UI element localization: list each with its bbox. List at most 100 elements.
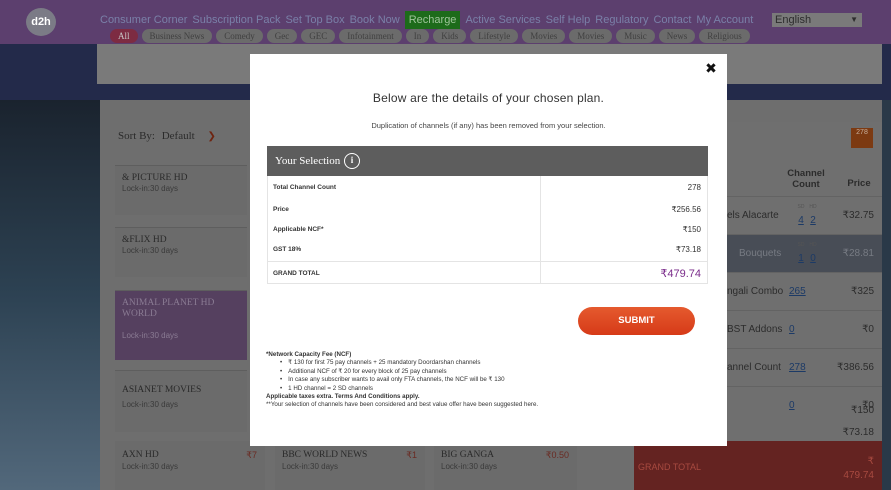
grand-total-value: ₹479.74 bbox=[843, 456, 874, 481]
plan-price: ₹0.50 bbox=[545, 450, 569, 460]
channel-count-link[interactable]: 0 bbox=[789, 400, 795, 411]
summary-row-label: els Alacarte bbox=[727, 210, 779, 221]
category-chip[interactable]: Comedy bbox=[216, 29, 263, 43]
table-row: Total Channel Count 278 bbox=[268, 176, 707, 198]
nav-set-top-box[interactable]: Set Top Box bbox=[285, 14, 344, 29]
summary-row-price: ₹32.75 bbox=[842, 210, 874, 221]
category-chip[interactable]: News bbox=[658, 29, 696, 43]
category-chip[interactable]: Movies bbox=[522, 29, 566, 43]
language-select[interactable]: English ▼ bbox=[772, 13, 862, 27]
sd-hd-counts: SD HD 42 bbox=[795, 204, 819, 226]
nav-consumer-corner[interactable]: Consumer Corner bbox=[100, 14, 187, 29]
plan-lockin: Lock-in:30 days bbox=[441, 462, 498, 471]
category-chip[interactable]: All bbox=[110, 29, 138, 43]
your-selection-header: Your Selection i bbox=[267, 146, 708, 176]
row-label: GST 18% bbox=[273, 246, 302, 253]
channel-count-link[interactable]: 0 bbox=[789, 324, 795, 335]
sd-label: SD bbox=[797, 204, 805, 210]
chevron-down-icon: ❯ bbox=[207, 131, 216, 142]
plan-card[interactable]: AXN HD Lock-in:30 days ₹7 bbox=[115, 441, 265, 490]
plan-card-selected[interactable]: ANIMAL PLANET HD WORLD Lock-in:30 days bbox=[115, 290, 247, 360]
plan-lockin: Lock-in:30 days bbox=[282, 462, 339, 471]
sd-count-link[interactable]: 1 bbox=[795, 253, 807, 264]
nav-book-now[interactable]: Book Now bbox=[350, 14, 400, 29]
category-filter-bar: All Business News Comedy Gec GEC Infotai… bbox=[110, 29, 750, 43]
cart-count: 278 bbox=[856, 129, 868, 136]
nav-recharge[interactable]: Recharge bbox=[404, 11, 461, 29]
plan-lockin: Lock-in:30 days bbox=[122, 184, 179, 193]
row-value: ₹73.18 bbox=[675, 245, 701, 254]
table-row: Price ₹256.56 bbox=[268, 198, 707, 219]
sd-count-link[interactable]: 4 bbox=[795, 215, 807, 226]
plan-name: & PICTURE HD bbox=[122, 173, 188, 183]
nav-subscription-pack[interactable]: Subscription Pack bbox=[192, 14, 280, 29]
plan-name: ASIANET MOVIES bbox=[122, 385, 202, 395]
hd-count-link[interactable]: 2 bbox=[807, 215, 819, 226]
sort-control[interactable]: Sort By: Default ❯ bbox=[118, 130, 216, 142]
suggestion-note: **Your selection of channels have been c… bbox=[266, 401, 539, 409]
category-chip[interactable]: Gec bbox=[266, 29, 298, 43]
list-item: ₹ 130 for first 75 pay channels + 25 man… bbox=[280, 359, 706, 367]
plan-lockin: Lock-in:30 days bbox=[122, 331, 179, 340]
plan-name: BIG GANGA bbox=[441, 450, 495, 460]
language-value: English bbox=[775, 14, 812, 26]
category-chip[interactable]: Business News bbox=[141, 29, 213, 43]
chevron-down-icon: ▼ bbox=[850, 15, 858, 24]
nav-contact[interactable]: Contact bbox=[653, 14, 691, 29]
plan-card[interactable]: BIG GANGA Lock-in:30 days ₹0.50 bbox=[434, 441, 577, 490]
plan-card[interactable]: ASIANET MOVIES Lock-in:30 days bbox=[115, 370, 247, 432]
plan-card[interactable]: &FLIX HD Lock-in:30 days bbox=[115, 227, 247, 277]
nav-my-account[interactable]: My Account bbox=[696, 14, 753, 29]
info-icon[interactable]: i bbox=[344, 153, 360, 169]
hd-label: HD bbox=[809, 242, 817, 248]
category-chip[interactable]: Religious bbox=[699, 29, 750, 43]
category-chip[interactable]: Movies bbox=[569, 29, 613, 43]
modal-subtitle: Duplication of channels (if any) has bee… bbox=[371, 121, 606, 130]
plan-lockin: Lock-in:30 days bbox=[122, 246, 179, 255]
taxes-note: Applicable taxes extra. Terms And Condit… bbox=[266, 393, 420, 401]
channel-count-header: Channel Count bbox=[787, 168, 825, 190]
row-value: ₹256.56 bbox=[671, 205, 701, 214]
summary-row-label: BST Addons bbox=[727, 324, 783, 335]
category-chip[interactable]: GEC bbox=[301, 29, 336, 43]
submit-button[interactable]: SUBMIT bbox=[578, 307, 695, 335]
plan-name: ANIMAL PLANET HD WORLD bbox=[122, 298, 215, 319]
category-chip[interactable]: Infotainment bbox=[339, 29, 402, 43]
cart-icon[interactable]: 278 bbox=[851, 128, 873, 148]
hd-count-link[interactable]: 0 bbox=[807, 253, 819, 264]
grand-total-row: GRAND TOTAL ₹479.74 bbox=[268, 261, 707, 283]
grand-total-label: GRAND TOTAL bbox=[638, 462, 702, 472]
nav-regulatory[interactable]: Regulatory bbox=[595, 14, 648, 29]
category-chip[interactable]: Music bbox=[616, 29, 655, 43]
row-value: ₹150 bbox=[682, 225, 701, 234]
summary-row-price: ₹325 bbox=[850, 286, 874, 297]
plan-price: ₹7 bbox=[246, 450, 257, 460]
list-item: Additional NCF of ₹ 20 for every block o… bbox=[280, 368, 706, 376]
nav-self-help[interactable]: Self Help bbox=[546, 14, 591, 29]
nav-active-services[interactable]: Active Services bbox=[465, 14, 540, 29]
close-icon[interactable]: ✖ bbox=[704, 62, 718, 76]
ncf-list: ₹ 130 for first 75 pay channels + 25 man… bbox=[266, 359, 706, 393]
city-backdrop-right bbox=[882, 100, 891, 490]
price-header: Price bbox=[847, 178, 871, 189]
plan-card[interactable]: BBC WORLD NEWS Lock-in:30 days ₹1 bbox=[275, 441, 425, 490]
sd-label: SD bbox=[797, 242, 805, 248]
summary-row: ngali Combo 265 ₹325 bbox=[727, 272, 882, 310]
channel-count-link[interactable]: 278 bbox=[789, 362, 806, 373]
category-chip[interactable]: In bbox=[405, 29, 430, 43]
grand-total-label: GRAND TOTAL bbox=[273, 270, 320, 277]
plan-card[interactable]: & PICTURE HD Lock-in:30 days bbox=[115, 165, 247, 215]
plan-name: &FLIX HD bbox=[122, 235, 167, 245]
selection-table: Total Channel Count 278 Price ₹256.56 Ap… bbox=[267, 176, 708, 284]
summary-row-price: ₹386.56 bbox=[837, 362, 874, 373]
category-chip[interactable]: Kids bbox=[433, 29, 467, 43]
summary-row-price: ₹0 bbox=[862, 324, 874, 335]
summary-row-label: Bouquets bbox=[739, 248, 782, 259]
summary-row: els Alacarte SD HD 42 ₹32.75 bbox=[727, 196, 882, 234]
row-label: Price bbox=[273, 206, 289, 213]
d2h-logo[interactable]: d2h bbox=[26, 8, 56, 36]
category-chip[interactable]: Lifestyle bbox=[470, 29, 519, 43]
grand-total-value: ₹479.74 bbox=[660, 268, 701, 280]
sd-hd-counts: SD HD 10 bbox=[795, 242, 819, 264]
channel-count-link[interactable]: 265 bbox=[789, 286, 806, 297]
